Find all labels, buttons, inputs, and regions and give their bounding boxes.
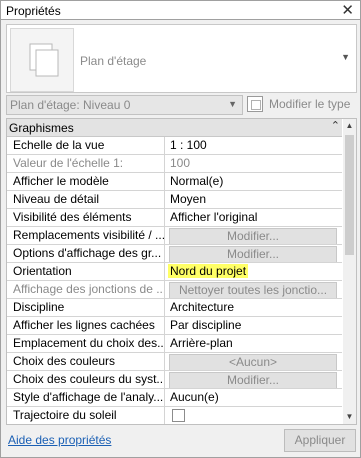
property-name: Discipline — [7, 299, 165, 316]
color-scheme-button[interactable]: <Aucun> — [169, 354, 337, 370]
property-name: Echelle de la vue — [7, 137, 165, 154]
property-value[interactable]: Arrière-plan — [168, 336, 233, 350]
help-link[interactable]: Aide des propriétés — [8, 433, 111, 447]
property-row[interactable]: Style d'affichage de l'analy... Aucun(e) — [7, 389, 342, 407]
collapse-icon[interactable]: ⌃ — [331, 119, 340, 132]
property-row[interactable]: Remplacements visibilité / ... Modifier.… — [7, 227, 342, 245]
property-value[interactable]: Normal(e) — [168, 174, 223, 188]
property-row: Valeur de l'échelle 1: 100 — [7, 155, 342, 173]
property-value[interactable]: Afficher l'original — [168, 210, 257, 224]
title-bar: Propriétés ✕ — [0, 0, 361, 20]
property-row[interactable]: Niveau de détail Moyen — [7, 191, 342, 209]
property-name: Choix des couleurs — [7, 353, 165, 370]
chevron-down-icon: ▼ — [228, 99, 237, 109]
apply-button[interactable]: Appliquer — [284, 429, 356, 452]
property-row[interactable]: Options d'affichage des gr... Modifier..… — [7, 245, 342, 263]
property-row[interactable]: Orientation Nord du projet — [7, 263, 342, 281]
property-value-highlighted[interactable]: Nord du projet — [168, 264, 249, 278]
property-name: Niveau de détail — [7, 191, 165, 208]
property-value[interactable]: Aucun(e) — [168, 390, 219, 404]
property-row[interactable]: Visibilité des éléments Afficher l'origi… — [7, 209, 342, 227]
property-name: Affichage des jonctions de ... — [7, 281, 165, 298]
edit-type-icon — [247, 96, 263, 112]
property-value[interactable]: Moyen — [168, 192, 206, 206]
property-value[interactable]: Architecture — [168, 300, 234, 314]
property-name: Afficher les lignes cachées — [7, 317, 165, 334]
property-row[interactable]: Afficher le modèle Normal(e) — [7, 173, 342, 191]
group-label: Graphismes — [9, 121, 74, 135]
property-row[interactable]: Trajectoire du soleil — [7, 407, 342, 424]
property-name: Afficher le modèle — [7, 173, 165, 190]
property-name: Orientation — [7, 263, 165, 280]
footer: Aide des propriétés Appliquer — [1, 425, 360, 457]
group-header-graphismes[interactable]: Graphismes ⌃ — [7, 119, 342, 137]
property-row[interactable]: Choix des couleurs <Aucun> — [7, 353, 342, 371]
properties-grid: Graphismes ⌃ Echelle de la vue 1 : 100 V… — [6, 118, 357, 425]
modify-button[interactable]: Modifier... — [169, 372, 337, 388]
scrollbar-thumb[interactable] — [345, 135, 354, 255]
property-name: Choix des couleurs du syst... — [7, 371, 165, 388]
instance-filter-row: Plan d'étage: Niveau 0 ▼ Modifier le typ… — [6, 95, 355, 115]
vertical-scrollbar[interactable]: ▲ ▼ — [343, 119, 356, 424]
edit-type-button[interactable]: Modifier le type — [247, 95, 355, 115]
property-row[interactable]: Echelle de la vue 1 : 100 — [7, 137, 342, 155]
scroll-up-icon[interactable]: ▲ — [343, 119, 356, 133]
type-name: Plan d'étage — [80, 54, 147, 68]
property-name: Options d'affichage des gr... — [7, 245, 165, 262]
dropdown-arrow-icon[interactable]: ▼ — [341, 52, 350, 62]
property-name: Remplacements visibilité / ... — [7, 227, 165, 244]
edit-type-label: Modifier le type — [269, 97, 351, 111]
window-title: Propriétés — [6, 4, 61, 18]
properties-panel: Plan d'étage ▼ Plan d'étage: Niveau 0 ▼ … — [0, 19, 361, 458]
property-row[interactable]: Afficher les lignes cachées Par discipli… — [7, 317, 342, 335]
property-row[interactable]: Discipline Architecture — [7, 299, 342, 317]
close-icon[interactable]: ✕ — [341, 1, 354, 19]
join-cleanup-dropdown: Nettoyer toutes les jonctio... — [169, 282, 337, 298]
property-name: Style d'affichage de l'analy... — [7, 389, 165, 406]
type-selector[interactable]: Plan d'étage ▼ — [6, 24, 357, 93]
modify-button[interactable]: Modifier... — [169, 246, 337, 262]
property-row: Affichage des jonctions de ... Nettoyer … — [7, 281, 342, 299]
property-value[interactable]: 1 : 100 — [168, 138, 207, 152]
property-name: Valeur de l'échelle 1: — [7, 155, 165, 172]
sun-path-checkbox[interactable] — [172, 409, 185, 422]
property-value[interactable]: Par discipline — [168, 318, 241, 332]
property-name: Visibilité des éléments — [7, 209, 165, 226]
property-row[interactable]: Emplacement du choix des... Arrière-plan — [7, 335, 342, 353]
property-value: 100 — [170, 156, 191, 170]
modify-button[interactable]: Modifier... — [169, 228, 337, 244]
property-name: Emplacement du choix des... — [7, 335, 165, 352]
scroll-down-icon[interactable]: ▼ — [343, 410, 356, 424]
property-row[interactable]: Choix des couleurs du syst... Modifier..… — [7, 371, 342, 389]
property-name: Trajectoire du soleil — [7, 407, 165, 424]
instance-filter-value: Plan d'étage: Niveau 0 — [10, 98, 131, 112]
instance-filter-dropdown[interactable]: Plan d'étage: Niveau 0 ▼ — [6, 95, 243, 115]
type-thumbnail-icon — [10, 28, 74, 92]
